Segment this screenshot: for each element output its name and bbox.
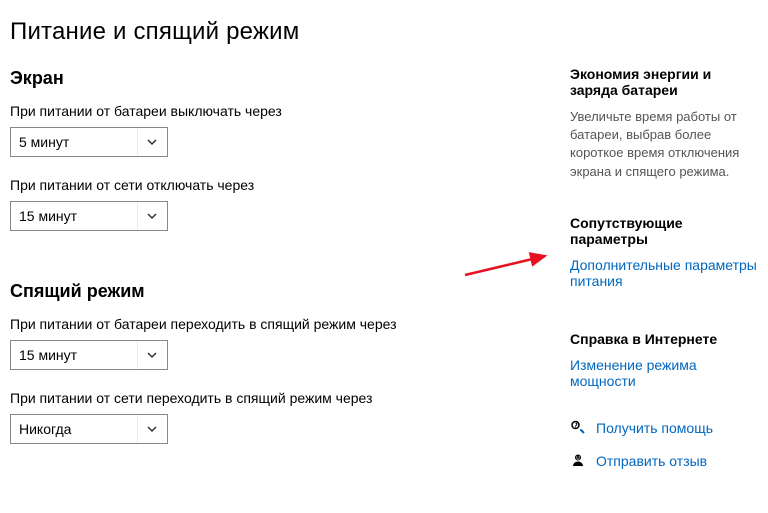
additional-power-settings-link[interactable]: Дополнительные параметры питания	[570, 257, 758, 289]
screen-ac-off-dropdown[interactable]: 15 минут	[10, 201, 168, 231]
screen-ac-off-value: 15 минут	[19, 208, 77, 224]
get-help-link[interactable]: Получить помощь	[596, 420, 713, 436]
help-icon	[570, 419, 586, 438]
screen-battery-off-value: 5 минут	[19, 134, 69, 150]
feedback-icon	[570, 452, 586, 471]
chevron-down-icon	[137, 128, 165, 156]
battery-saver-desc: Увеличьте время работы от батареи, выбра…	[570, 108, 758, 181]
change-power-mode-link[interactable]: Изменение режима мощности	[570, 357, 758, 389]
section-screen-heading: Экран	[10, 68, 550, 89]
sleep-ac-label: При питании от сети переходить в спящий …	[10, 390, 550, 406]
sleep-ac-value: Никогда	[19, 421, 71, 437]
section-sleep-heading: Спящий режим	[10, 281, 550, 302]
chevron-down-icon	[137, 341, 165, 369]
page-title: Питание и спящий режим	[10, 18, 550, 46]
screen-battery-off-label: При питании от батареи выключать через	[10, 103, 550, 119]
chevron-down-icon	[137, 415, 165, 443]
send-feedback-link[interactable]: Отправить отзыв	[596, 453, 707, 469]
battery-saver-heading: Экономия энергии и заряда батареи	[570, 66, 758, 98]
chevron-down-icon	[137, 202, 165, 230]
sleep-battery-label: При питании от батареи переходить в спящ…	[10, 316, 550, 332]
sleep-battery-dropdown[interactable]: 15 минут	[10, 340, 168, 370]
help-web-heading: Справка в Интернете	[570, 331, 758, 347]
sleep-battery-value: 15 минут	[19, 347, 77, 363]
sleep-ac-dropdown[interactable]: Никогда	[10, 414, 168, 444]
screen-ac-off-label: При питании от сети отключать через	[10, 177, 550, 193]
related-heading: Сопутствующие параметры	[570, 215, 758, 247]
screen-battery-off-dropdown[interactable]: 5 минут	[10, 127, 168, 157]
